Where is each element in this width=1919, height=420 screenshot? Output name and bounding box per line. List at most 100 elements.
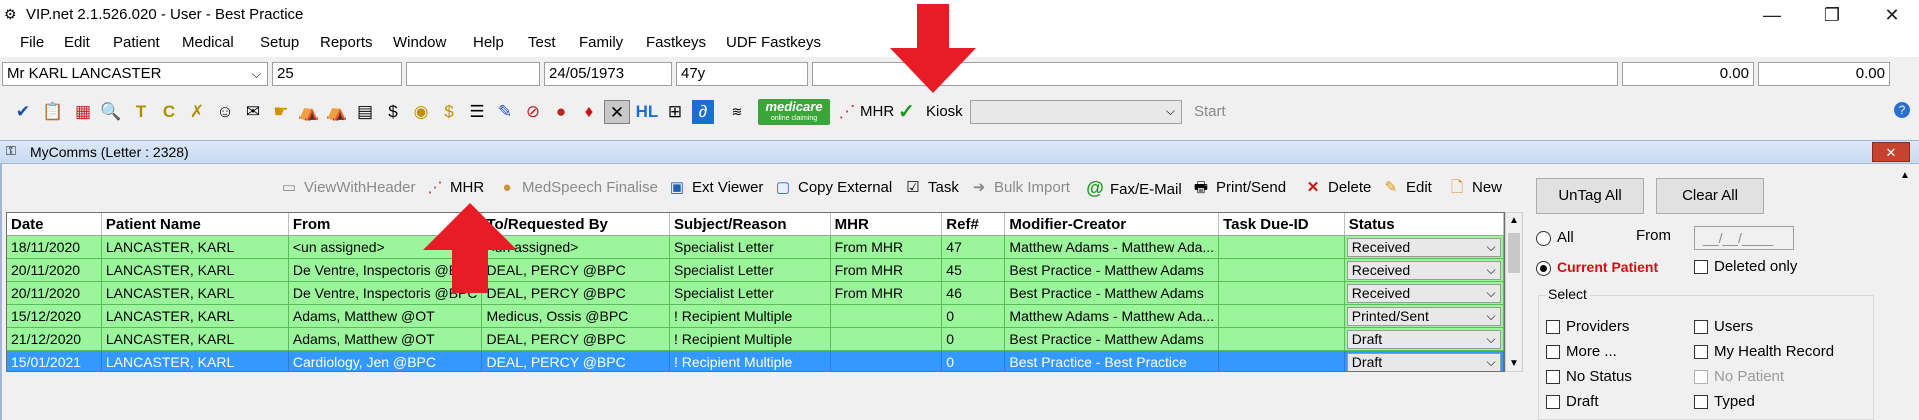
blood-drop-icon[interactable]: ♦: [578, 100, 600, 124]
mhr-button[interactable]: ⋰ MHR: [424, 176, 485, 200]
status-select[interactable]: Received ⌵: [1346, 260, 1501, 280]
scroll-thumb[interactable]: [1508, 233, 1520, 273]
clear-all-button[interactable]: Clear All: [1656, 178, 1764, 214]
medicare-online-claiming-button[interactable]: medicare online claiming: [758, 99, 830, 125]
edit-button[interactable]: ✎ Edit: [1380, 176, 1432, 200]
start-button[interactable]: Start: [1194, 103, 1226, 120]
document-icon[interactable]: ▤: [354, 100, 376, 124]
column-header-status[interactable]: Status: [1344, 213, 1504, 236]
medspeech-finalise-button[interactable]: ● MedSpeech Finalise: [496, 176, 657, 200]
lightbulb-icon[interactable]: ◉: [410, 100, 432, 124]
t-icon[interactable]: T: [130, 100, 152, 124]
minimize-button[interactable]: —: [1752, 2, 1792, 28]
status-select[interactable]: Draft ⌵: [1346, 352, 1501, 371]
menu-edit[interactable]: Edit: [64, 34, 90, 51]
column-header-subject[interactable]: Subject/Reason: [669, 213, 831, 236]
restore-button[interactable]: ❐: [1812, 2, 1852, 28]
untag-all-button[interactable]: UnTag All: [1536, 178, 1644, 214]
more-checkbox[interactable]: More ...: [1546, 343, 1617, 360]
disabled-cross-icon[interactable]: ✕: [604, 100, 630, 124]
grid-vertical-scrollbar[interactable]: ▲ ▼: [1505, 212, 1523, 372]
person-icon[interactable]: ☺: [214, 100, 236, 124]
menu-setup[interactable]: Setup: [260, 34, 299, 51]
view-with-header-button[interactable]: ▭ ViewWithHeader: [278, 176, 416, 200]
providers-checkbox[interactable]: Providers: [1546, 318, 1629, 335]
table-row[interactable]: 20/11/2020 LANCASTER, KARL De Ventre, In…: [7, 281, 1504, 305]
search-doc-icon[interactable]: 🔍: [100, 100, 122, 124]
menu-reports[interactable]: Reports: [320, 34, 373, 51]
typed-checkbox[interactable]: Typed: [1694, 393, 1755, 410]
my-health-record-checkbox[interactable]: My Health Record: [1694, 343, 1834, 360]
menu-medical[interactable]: Medical: [182, 34, 234, 51]
hl-icon[interactable]: HL: [634, 100, 660, 124]
patient-age-field[interactable]: 47y: [676, 62, 808, 86]
panel-scrollbar[interactable]: ▲: [1898, 168, 1916, 420]
status-select[interactable]: Draft ⌵: [1346, 329, 1501, 349]
checkmark-icon[interactable]: ✓: [898, 99, 915, 124]
cross-icon[interactable]: ✗: [186, 100, 208, 124]
bed-icon-2[interactable]: ⛺: [326, 100, 348, 124]
copy-external-button[interactable]: ▢ Copy External: [772, 176, 892, 200]
menu-window[interactable]: Window: [393, 34, 446, 51]
patient-field-number[interactable]: 25: [272, 62, 402, 86]
ext-viewer-button[interactable]: ▣ Ext Viewer: [666, 176, 764, 200]
status-select[interactable]: Printed/Sent ⌵: [1346, 306, 1501, 326]
deleted-only-checkbox[interactable]: Deleted only: [1694, 258, 1797, 275]
mycomms-grid[interactable]: Date Patient Name From To/Requested By S…: [6, 212, 1505, 372]
help-icon[interactable]: ?: [1894, 102, 1910, 118]
current-patient-radio[interactable]: Current Patient: [1536, 259, 1658, 276]
scroll-up-icon[interactable]: ▲: [1507, 215, 1521, 226]
list-icon[interactable]: ☰: [466, 100, 488, 124]
pathology-icon[interactable]: ≋: [720, 100, 754, 124]
dollar-icon[interactable]: $: [382, 100, 404, 124]
balance-field-2[interactable]: 0.00: [1758, 62, 1890, 86]
table-row-selected[interactable]: 15/01/2021 LANCASTER, KARL Cardiology, J…: [7, 350, 1504, 371]
column-header-modifier[interactable]: Modifier-Creator: [1004, 213, 1220, 236]
patient-dob-field[interactable]: 24/05/1973: [544, 62, 672, 86]
close-window-button[interactable]: ✕: [1872, 2, 1912, 28]
bulk-import-button[interactable]: ➜ Bulk Import: [968, 176, 1070, 200]
mycomms-close-button[interactable]: ✕: [1872, 142, 1910, 162]
column-header-patient-name[interactable]: Patient Name: [101, 213, 289, 236]
menu-family[interactable]: Family: [579, 34, 623, 51]
hand-icon[interactable]: ☛: [270, 100, 292, 124]
menu-help[interactable]: Help: [473, 34, 504, 51]
menu-fastkeys[interactable]: Fastkeys: [646, 34, 706, 51]
menu-udf-fastkeys[interactable]: UDF Fastkeys: [726, 34, 821, 51]
no-patient-checkbox[interactable]: No Patient: [1694, 368, 1784, 385]
patient-name-select[interactable]: Mr KARL LANCASTER ⌵: [2, 62, 268, 86]
hotdoc-icon[interactable]: ∂: [692, 100, 714, 124]
tree-icon[interactable]: ⊞: [664, 100, 686, 124]
no-status-checkbox[interactable]: No Status: [1546, 368, 1632, 385]
money-icon[interactable]: $: [438, 100, 460, 124]
users-checkbox[interactable]: Users: [1694, 318, 1753, 335]
new-button[interactable]: 🗋 New: [1446, 176, 1502, 200]
table-row[interactable]: 20/11/2020 LANCASTER, KARL De Ventre, In…: [7, 258, 1504, 282]
no-entry-icon[interactable]: ⊘: [522, 100, 544, 124]
menu-patient[interactable]: Patient: [113, 34, 160, 51]
table-row[interactable]: 21/12/2020 LANCASTER, KARL Adams, Matthe…: [7, 327, 1504, 351]
status-select[interactable]: Received ⌵: [1346, 237, 1501, 257]
mhr-toolbar-button[interactable]: MHR: [860, 103, 894, 120]
table-row[interactable]: 18/11/2020 LANCASTER, KARL <un assigned>…: [7, 235, 1504, 259]
calendar-icon[interactable]: ▦: [72, 100, 94, 124]
scroll-up-icon[interactable]: ▲: [1900, 170, 1910, 181]
bed-icon[interactable]: ⛺: [298, 100, 320, 124]
menu-file[interactable]: File: [20, 34, 44, 51]
mail-icon[interactable]: ✉: [242, 100, 264, 124]
status-select[interactable]: Received ⌵: [1346, 283, 1501, 303]
task-button[interactable]: ☑ Task: [902, 176, 959, 200]
pen-icon[interactable]: ✎: [494, 100, 516, 124]
clipboard-icon[interactable]: 📋: [42, 100, 64, 124]
delete-button[interactable]: ✕ Delete: [1302, 176, 1372, 200]
menu-test[interactable]: Test: [528, 34, 556, 51]
kiosk-select[interactable]: ⌵: [970, 100, 1182, 124]
from-date-field[interactable]: __/__/____: [1694, 226, 1794, 250]
all-radio[interactable]: All: [1536, 229, 1574, 246]
column-header-mhr[interactable]: MHR: [830, 213, 943, 236]
table-row[interactable]: 15/12/2020 LANCASTER, KARL Adams, Matthe…: [7, 304, 1504, 328]
column-header-ref[interactable]: Ref#: [941, 213, 1006, 236]
patient-field-blank[interactable]: [406, 62, 540, 86]
column-header-task-due[interactable]: Task Due-ID: [1218, 213, 1345, 236]
spellcheck-icon[interactable]: ✔: [12, 100, 34, 124]
